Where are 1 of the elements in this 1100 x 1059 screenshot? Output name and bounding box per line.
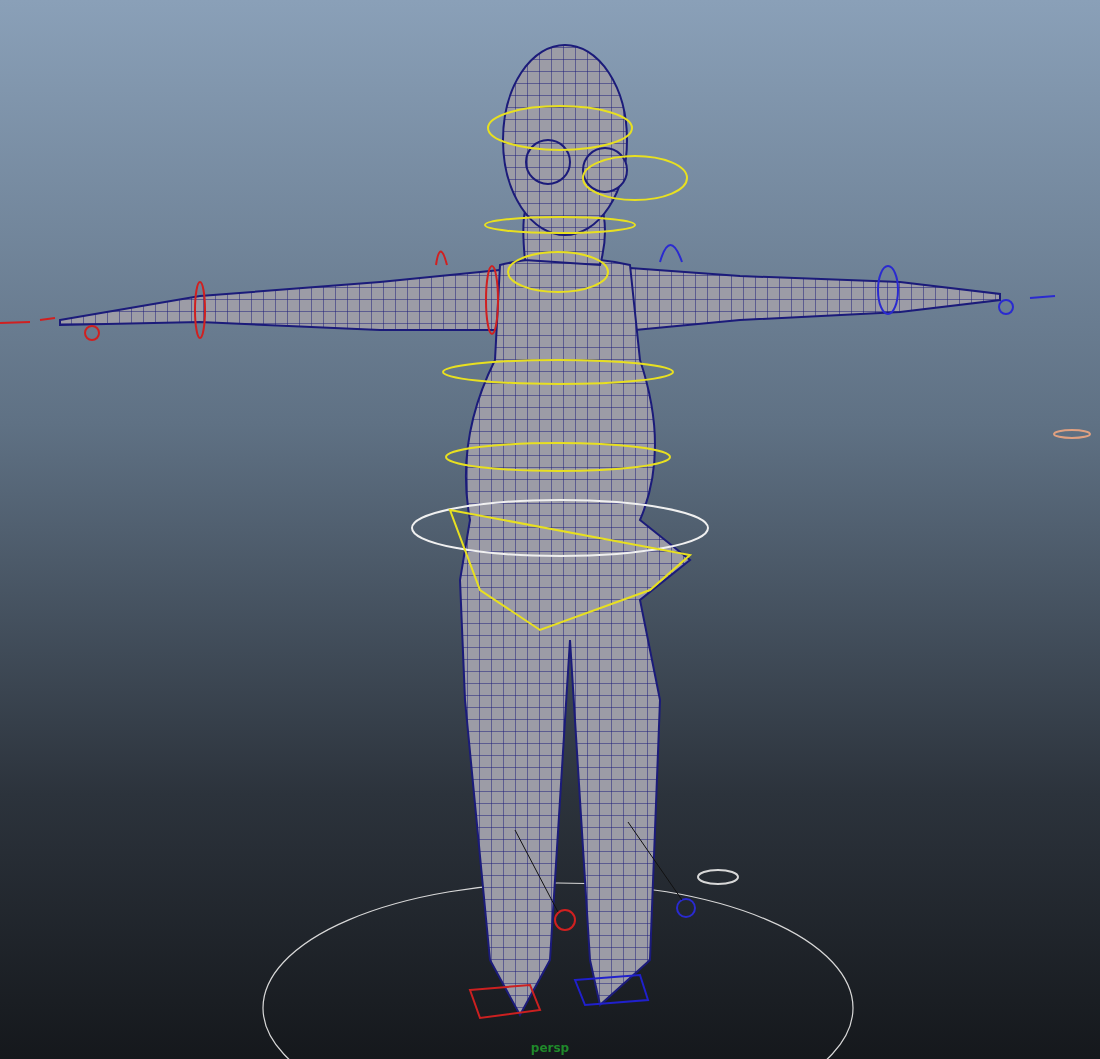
camera-label: persp xyxy=(530,1041,570,1055)
